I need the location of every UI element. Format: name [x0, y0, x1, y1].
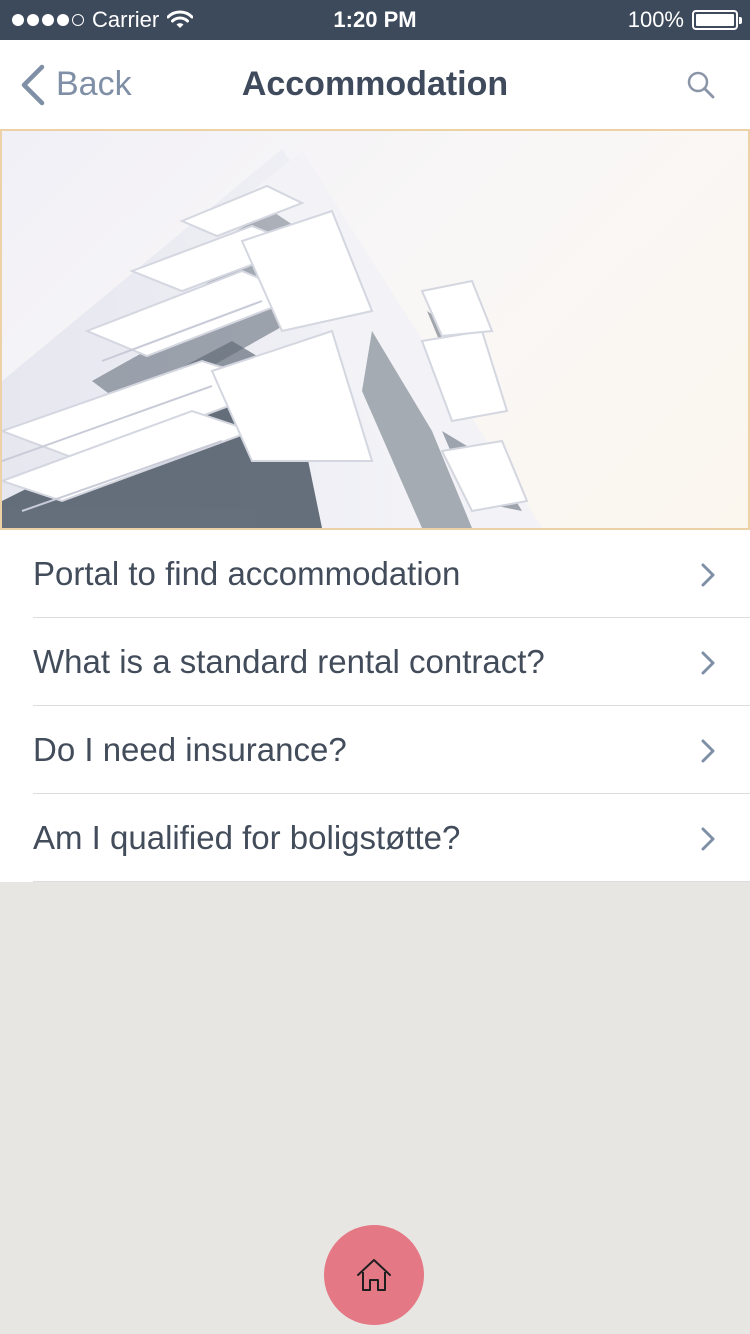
topic-list: Portal to find accommodation What is a s…	[0, 530, 750, 882]
home-icon	[357, 1259, 391, 1291]
list-item-insurance[interactable]: Do I need insurance?	[0, 706, 750, 794]
home-button[interactable]	[324, 1225, 424, 1325]
battery-icon	[692, 10, 742, 30]
chevron-right-icon	[701, 827, 715, 851]
list-item-label: Do I need insurance?	[33, 731, 347, 768]
hero-image	[0, 129, 750, 530]
status-bar: Carrier 1:20 PM 100%	[0, 0, 750, 40]
list-item-boligstotte[interactable]: Am I qualified for boligstøtte?	[0, 794, 750, 882]
chevron-right-icon	[701, 563, 715, 587]
back-label: Back	[56, 65, 132, 103]
status-right: 100%	[627, 0, 742, 40]
chevron-right-icon	[701, 739, 715, 763]
navigation-bar: Back Accommodation	[0, 40, 750, 129]
list-item-label: Am I qualified for boligstøtte?	[33, 819, 461, 856]
list-item-label: Portal to find accommodation	[33, 555, 461, 592]
search-icon[interactable]	[686, 70, 716, 100]
chevron-left-icon	[21, 64, 45, 105]
divider	[33, 881, 750, 882]
back-button[interactable]: Back	[18, 40, 132, 129]
list-item-portal[interactable]: Portal to find accommodation	[0, 530, 750, 618]
battery-percentage: 100%	[627, 7, 684, 32]
apartment-building-icon	[2, 149, 542, 528]
list-item-rental-contract[interactable]: What is a standard rental contract?	[0, 618, 750, 706]
chevron-right-icon	[701, 651, 715, 675]
list-item-label: What is a standard rental contract?	[33, 643, 545, 680]
